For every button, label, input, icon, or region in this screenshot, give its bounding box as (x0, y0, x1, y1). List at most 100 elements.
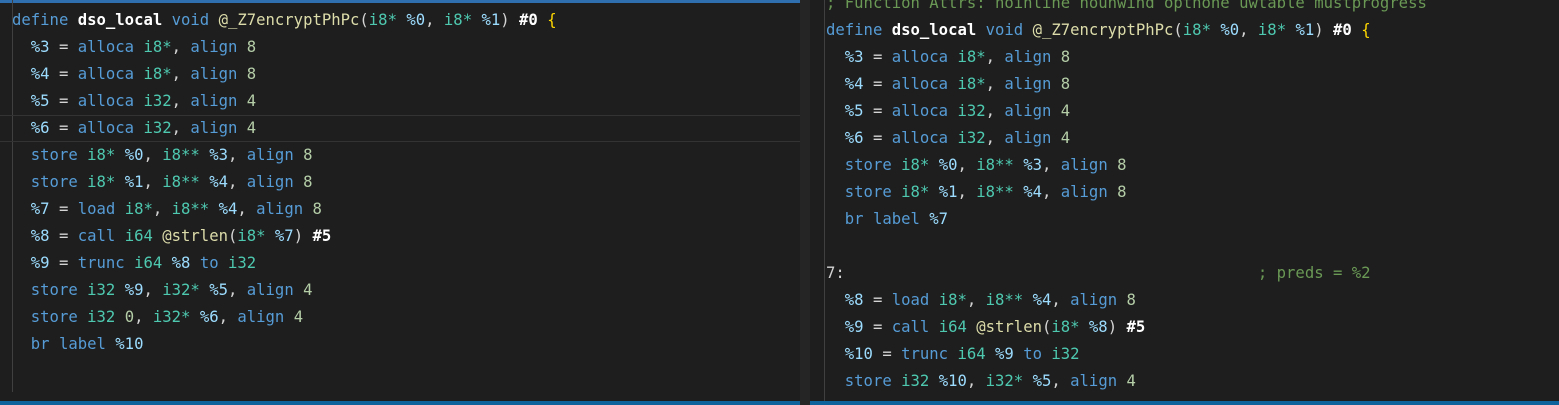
code-token: i32 (143, 92, 172, 110)
code-line[interactable]: define dso_local void @_Z7encryptPhPc(i8… (810, 17, 1559, 44)
code-token: , (152, 200, 172, 218)
code-line[interactable]: %6 = alloca i32, align 4 (0, 115, 800, 142)
code-token: = (863, 75, 892, 93)
code-line[interactable]: %5 = alloca i32, align 4 (810, 98, 1559, 125)
code-line[interactable]: ; Function Attrs: noinline nounwind optn… (810, 0, 1559, 17)
code-token: 8 (246, 38, 257, 56)
code-token: i32 (87, 308, 116, 326)
code-token: i8* (237, 227, 266, 245)
code-token: { (547, 11, 557, 29)
horizontal-scrollbar[interactable] (810, 401, 1559, 405)
code-token: %1 (1295, 21, 1315, 39)
code-token: %0 (124, 146, 144, 164)
code-token: %10 (938, 372, 967, 390)
code-line[interactable]: %9 = call i64 @strlen(i8* %8) #5 (810, 314, 1559, 341)
code-line[interactable]: %8 = call i64 @strlen(i8* %7) #5 (0, 223, 800, 250)
code-token: = (49, 92, 78, 110)
code-token: %10 (844, 345, 873, 363)
code-token: , (227, 281, 247, 299)
code-line[interactable]: %3 = alloca i8*, align 8 (810, 44, 1559, 71)
code-token: , (218, 308, 238, 326)
code-line[interactable]: store i32 %9, i32* %5, align 4 (0, 277, 800, 304)
code-line[interactable]: br label %10 (0, 331, 800, 358)
code-line[interactable]: %5 = alloca i32, align 4 (0, 88, 800, 115)
code-token: %1 (124, 173, 144, 191)
code-line[interactable]: store i8* %0, i8** %3, align 8 (810, 152, 1559, 179)
code-line[interactable]: store i8* %1, i8** %4, align 8 (810, 179, 1559, 206)
code-token: align (190, 65, 238, 83)
pane-divider[interactable] (800, 0, 810, 405)
code-line[interactable]: store i32 %10, i32* %5, align 4 (810, 368, 1559, 395)
code-token: #0 (519, 11, 538, 29)
code-line[interactable]: %9 = trunc i64 %8 to i32 (0, 250, 800, 277)
code-token: %9 (995, 345, 1014, 363)
code-line[interactable]: store i32 0, i32* %6, align 4 (0, 304, 800, 331)
code-line[interactable]: %3 = alloca i8*, align 8 (0, 34, 800, 61)
code-line[interactable] (0, 358, 800, 385)
code-token: ; preds = %2 (1257, 264, 1371, 282)
code-token: 8 (303, 146, 313, 164)
horizontal-scrollbar[interactable] (0, 401, 800, 405)
code-line[interactable]: store i8* %1, i8** %4, align 8 (0, 169, 800, 196)
code-token: @strlen (976, 318, 1042, 336)
code-line[interactable]: %10 = trunc i64 %9 to i32 (810, 341, 1559, 368)
code-token: = (863, 48, 892, 66)
code-token: %7 (274, 227, 294, 245)
code-token: %9 (124, 281, 144, 299)
code-line[interactable]: store i8* %0, i8** %3, align 8 (0, 142, 800, 169)
code-token: , (1239, 21, 1258, 39)
code-line[interactable]: %8 = load i8*, i8** %4, align 8 (810, 287, 1559, 314)
code-line[interactable]: %6 = alloca i32, align 4 (810, 125, 1559, 152)
left-editor-pane[interactable]: define dso_local void @_Z7encryptPhPc(i8… (0, 0, 800, 405)
code-token: , (171, 92, 191, 110)
code-token: %10 (115, 335, 144, 353)
code-token: , (985, 75, 1005, 93)
code-token: align (1070, 291, 1118, 309)
code-line[interactable] (810, 233, 1559, 260)
code-token: @_Z7encryptPhPc (1032, 21, 1174, 39)
code-token: 8 (303, 173, 313, 191)
code-token: , (1051, 291, 1071, 309)
code-line[interactable]: %4 = alloca i8*, align 8 (0, 61, 800, 88)
code-line[interactable]: 7: ; preds = %2 (810, 260, 1559, 287)
code-token: %8 (1088, 318, 1108, 336)
code-token: align (1060, 156, 1108, 174)
code-token: , (1041, 156, 1061, 174)
code-token: = (872, 345, 902, 363)
code-line[interactable]: %4 = alloca i8*, align 8 (810, 71, 1559, 98)
code-token: i8* (1051, 318, 1080, 336)
code-line[interactable]: br label %7 (810, 206, 1559, 233)
code-token: %5 (1032, 372, 1052, 390)
code-token: %6 (30, 119, 50, 137)
code-line[interactable]: define dso_local void @_Z7encryptPhPc(i8… (0, 7, 800, 34)
code-token: ) (1314, 21, 1334, 39)
right-editor-pane[interactable]: ; Function Attrs: noinline nounwind optn… (810, 0, 1559, 405)
code-token: i64 (957, 345, 986, 363)
code-token: %1 (938, 183, 958, 201)
code-line[interactable]: %7 = load i8*, i8** %4, align 8 (0, 196, 800, 223)
code-token: ) (1107, 318, 1127, 336)
code-token: , (143, 173, 163, 191)
